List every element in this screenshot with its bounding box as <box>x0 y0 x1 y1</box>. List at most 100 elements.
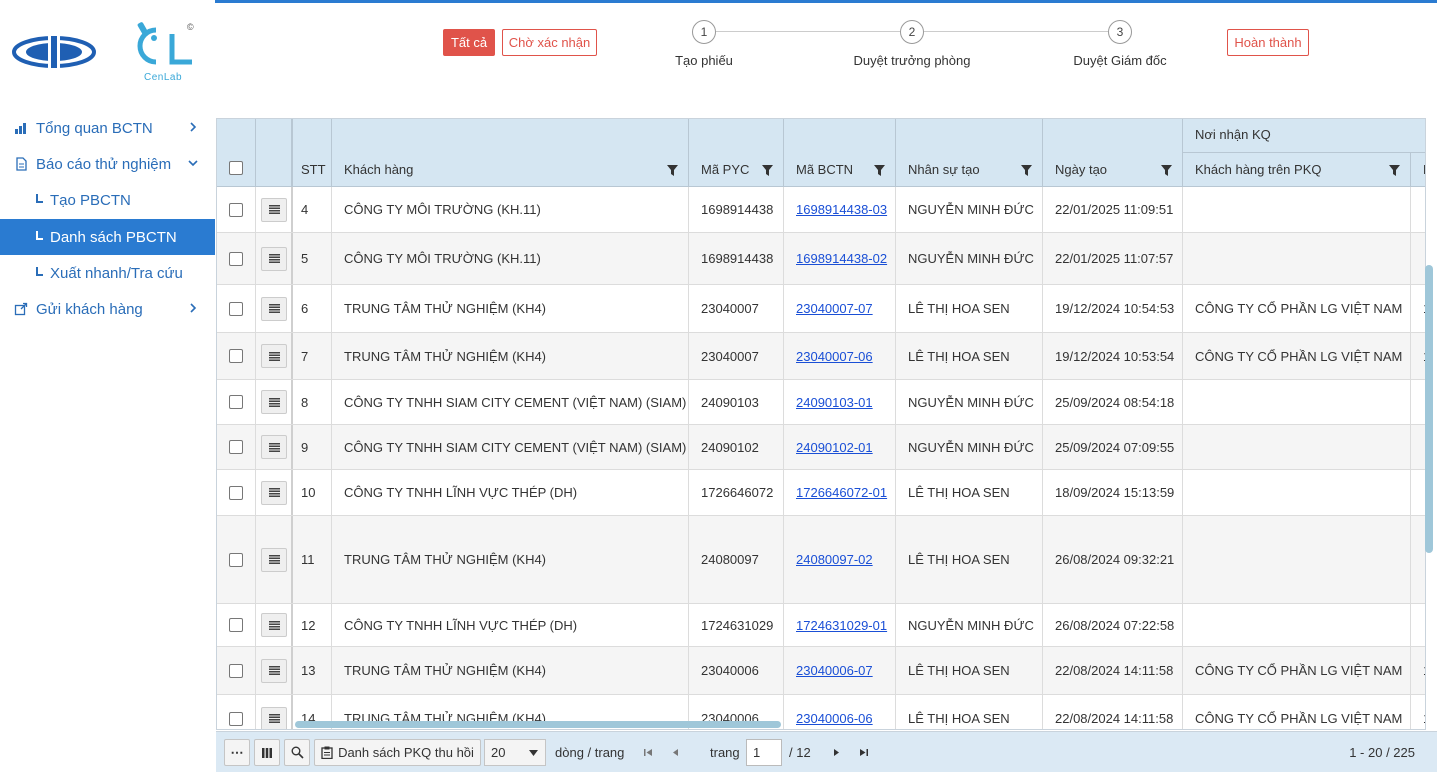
header-customer[interactable]: Khách hàng <box>332 119 689 187</box>
table-row[interactable]: 8 CÔNG TY TNHH SIAM CITY CEMENT (VIỆT NAM… <box>217 380 1425 425</box>
row-menu-button[interactable] <box>261 197 287 222</box>
cell-extra <box>1411 187 1425 232</box>
row-checkbox[interactable] <box>229 711 243 726</box>
table-row[interactable]: 6 TRUNG TÂM THỬ NGHIỆM (KH4) 23040007 23040… <box>217 285 1425 333</box>
column-chooser-button[interactable] <box>254 739 280 766</box>
cell-creator: LÊ THỊ HOA SEN <box>896 470 1043 515</box>
report-code-link[interactable]: 23040006-06 <box>784 711 873 726</box>
search-button[interactable] <box>284 739 310 766</box>
table-row[interactable]: 13 TRUNG TÂM THỬ NGHIỆM (KH4) 23040006 2304… <box>217 647 1425 695</box>
header-creator[interactable]: Nhân sự tạo <box>896 119 1043 187</box>
header-extra[interactable]: E <box>1411 153 1425 187</box>
page-number-input[interactable]: 1 <box>746 739 782 766</box>
row-menu-button[interactable] <box>261 613 287 637</box>
table-row[interactable]: 11 TRUNG TÂM THỬ NGHIỆM (KH4) 24080097 2408… <box>217 516 1425 604</box>
row-checkbox[interactable] <box>229 349 243 363</box>
cell-customer: CÔNG TY TNHH SIAM CITY CEMENT (VIỆT NAM)… <box>332 380 689 424</box>
cell-date: 25/09/2024 07:09:55 <box>1043 425 1183 469</box>
sidebar-item-reports[interactable]: Báo cáo thử nghiệm <box>0 146 215 182</box>
cell-text: 22/01/2025 11:07:57 <box>1055 251 1174 266</box>
header-pkq-customer[interactable]: Khách hàng trên PKQ <box>1183 153 1411 187</box>
sidebar-item-create-pbctn[interactable]: Tạo PBCTN <box>0 182 215 218</box>
row-menu-button[interactable] <box>261 658 287 683</box>
report-code-link[interactable]: 23040007-07 <box>784 301 873 316</box>
header-bctn[interactable]: Mã BCTN <box>784 119 896 187</box>
filter-icon[interactable] <box>874 165 885 176</box>
row-menu-button[interactable] <box>261 706 287 729</box>
report-code-link[interactable]: 1698914438-02 <box>784 251 887 266</box>
report-code-link[interactable]: 1724631029-01 <box>784 618 887 633</box>
row-menu-button[interactable] <box>261 390 287 414</box>
row-menu-button[interactable] <box>261 246 287 271</box>
row-menu-button[interactable] <box>261 344 287 368</box>
row-checkbox[interactable] <box>229 395 243 409</box>
chevron-down-icon <box>188 160 198 167</box>
row-select-cell <box>217 285 256 332</box>
row-checkbox[interactable] <box>229 485 243 500</box>
document-icon <box>16 157 27 171</box>
row-menu-button[interactable] <box>261 480 287 505</box>
row-menu-button[interactable] <box>261 435 287 459</box>
table-row[interactable]: 5 CÔNG TY MÔI TRƯỜNG (KH.11) 1698914438 169… <box>217 233 1425 285</box>
more-options-button[interactable]: ⋯ <box>224 739 250 766</box>
table-row[interactable]: 12 CÔNG TY TNHH LĨNH VỰC THÉP (DH) 1724631… <box>217 604 1425 647</box>
row-menu-button[interactable] <box>261 296 287 321</box>
sidebar-item-overview[interactable]: Tổng quan BCTN <box>0 110 215 146</box>
row-checkbox[interactable] <box>229 618 243 632</box>
filter-pending-button[interactable]: Chờ xác nhận <box>502 29 597 56</box>
row-checkbox[interactable] <box>229 202 243 217</box>
cell-pyc: 23040007 <box>689 333 784 379</box>
tree-branch-icon <box>36 266 43 276</box>
report-code-link[interactable]: 23040007-06 <box>784 349 873 364</box>
report-code-link[interactable]: 24080097-02 <box>784 552 873 567</box>
next-page-icon[interactable] <box>833 748 840 757</box>
report-code-link[interactable]: 23040006-07 <box>784 663 873 678</box>
row-checkbox[interactable] <box>229 301 243 316</box>
table-row[interactable]: 9 CÔNG TY TNHH SIAM CITY CEMENT (VIỆT NAM… <box>217 425 1425 470</box>
report-code-link[interactable]: 24090103-01 <box>784 395 873 410</box>
filter-icon[interactable] <box>1161 165 1172 176</box>
cell-bctn: 23040006-07 <box>784 647 896 694</box>
cell-bctn: 1724631029-01 <box>784 604 896 646</box>
row-menu-button[interactable] <box>261 547 287 572</box>
last-page-icon[interactable] <box>859 748 868 757</box>
table-row[interactable]: 7 TRUNG TÂM THỬ NGHIỆM (KH4) 23040007 23040… <box>217 333 1425 380</box>
row-checkbox[interactable] <box>229 440 243 454</box>
report-code-link[interactable]: 1726646072-01 <box>784 485 887 500</box>
filter-icon[interactable] <box>667 165 678 176</box>
report-code-link[interactable]: 1698914438-03 <box>784 202 887 217</box>
horizontal-scrollbar[interactable] <box>295 721 781 728</box>
row-checkbox[interactable] <box>229 251 243 266</box>
page-label: trang <box>710 745 740 760</box>
filter-all-button[interactable]: Tất cả <box>443 29 495 56</box>
cell-creator: LÊ THỊ HOA SEN <box>896 516 1043 603</box>
sidebar-item-send-customer[interactable]: Gửi khách hàng <box>0 291 215 327</box>
cell-pkq <box>1183 233 1411 284</box>
cell-text: CÔNG TY TNHH SIAM CITY CEMENT (VIỆT NAM)… <box>344 394 687 410</box>
select-all-checkbox[interactable] <box>229 161 243 175</box>
report-code-link[interactable]: 24090102-01 <box>784 440 873 455</box>
cell-creator: LÊ THỊ HOA SEN <box>896 695 1043 729</box>
table-row[interactable]: 4 CÔNG TY MÔI TRƯỜNG (KH.11) 1698914438 169… <box>217 187 1425 233</box>
filter-icon[interactable] <box>762 165 773 176</box>
cell-pyc: 1724631029 <box>689 604 784 646</box>
header-pyc[interactable]: Mã PYC <box>689 119 784 187</box>
row-checkbox[interactable] <box>229 552 243 567</box>
table-row[interactable]: 10 CÔNG TY TNHH LĨNH VỰC THÉP (DH) 1726646… <box>217 470 1425 516</box>
vertical-scrollbar[interactable] <box>1425 265 1433 553</box>
filter-done-button[interactable]: Hoàn thành <box>1227 29 1309 56</box>
prev-page-icon[interactable] <box>672 748 679 757</box>
row-checkbox[interactable] <box>229 663 243 678</box>
header-date[interactable]: Ngày tạo <box>1043 119 1183 187</box>
cell-text: CÔNG TY MÔI TRƯỜNG (KH.11) <box>344 202 541 217</box>
sidebar-item-list-pbctn[interactable]: Danh sách PBCTN <box>0 219 215 255</box>
cell-text: CÔNG TY TNHH LĨNH VỰC THÉP (DH) <box>344 617 578 633</box>
page-size-select[interactable]: 20 <box>484 739 546 766</box>
row-select-cell <box>217 647 256 694</box>
pkq-revoked-list-button[interactable]: Danh sách PKQ thu hồi <box>314 739 481 766</box>
first-page-icon[interactable] <box>644 748 653 757</box>
filter-icon[interactable] <box>1021 165 1032 176</box>
filter-icon[interactable] <box>1389 165 1400 176</box>
sidebar-item-quick-export[interactable]: Xuất nhanh/Tra cứu <box>0 255 215 291</box>
cell-bctn: 24080097-02 <box>784 516 896 603</box>
